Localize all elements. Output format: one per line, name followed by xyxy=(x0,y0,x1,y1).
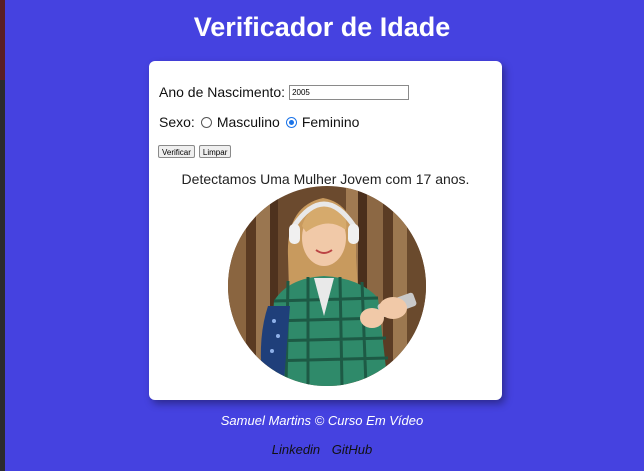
form-card: Ano de Nascimento: Sexo: Masculino Femin… xyxy=(149,61,502,400)
birth-year-input[interactable] xyxy=(289,84,410,100)
linkedin-link[interactable]: Linkedin xyxy=(272,442,320,457)
radio-masculino[interactable] xyxy=(200,116,212,128)
radio-feminino[interactable] xyxy=(285,116,297,128)
result-text: Detectamos Uma Mulher Jovem com 17 anos. xyxy=(181,171,470,187)
footer-links: Linkedin GitHub xyxy=(0,442,644,457)
verify-button[interactable]: Verificar xyxy=(158,145,195,158)
birth-year-label: Ano de Nascimento: xyxy=(159,84,286,100)
sex-label: Sexo: xyxy=(159,114,195,130)
github-link[interactable]: GitHub xyxy=(332,442,372,457)
radio-feminino-label[interactable]: Feminino xyxy=(302,114,360,130)
result-photo xyxy=(228,186,426,386)
clear-button[interactable]: Limpar xyxy=(198,145,232,158)
left-window-edge xyxy=(0,0,5,471)
sex-row: Sexo: Masculino Feminino xyxy=(159,114,359,130)
footer-credit: Samuel Martins © Curso Em Vídeo xyxy=(220,413,424,428)
woman-photo-image xyxy=(228,186,426,386)
birth-year-row: Ano de Nascimento: xyxy=(159,84,410,100)
radio-masculino-label[interactable]: Masculino xyxy=(217,114,280,130)
page-title: Verificador de Idade xyxy=(193,12,451,42)
button-group: Verificar Limpar xyxy=(158,145,232,158)
